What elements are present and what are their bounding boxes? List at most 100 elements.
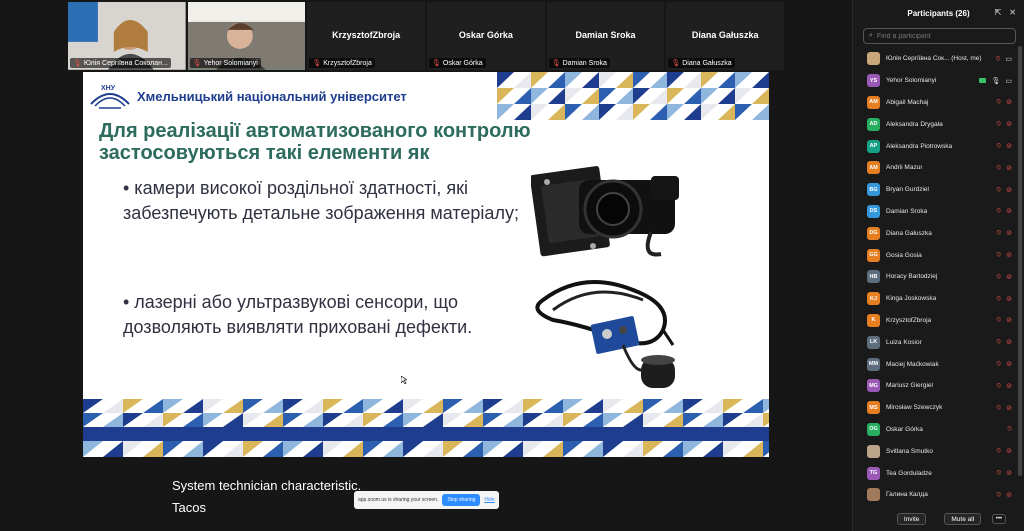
more-options-button[interactable]: •••	[992, 514, 1006, 524]
tile-name-label: Юлія Сергіївна Соколан...	[83, 59, 168, 67]
camera-off-icon[interactable]: ⊘	[1006, 382, 1012, 390]
stop-sharing-button[interactable]: Stop sharing	[442, 494, 481, 506]
participant-row[interactable]: TG Tea Gorduladze ⦸ ⊘	[853, 462, 1018, 484]
camera-off-icon[interactable]: ⊘	[1006, 338, 1012, 346]
participant-row[interactable]: K KrzysztofZbroja ⦸ ⊘	[853, 310, 1018, 332]
camera-off-icon[interactable]: ⊘	[1006, 98, 1012, 106]
mic-muted-icon[interactable]: ⦸	[997, 469, 1002, 477]
participant-row[interactable]: HB Horacy Bartodziej ⦸ ⊘	[853, 266, 1018, 288]
mic-muted-icon[interactable]: ⦸	[997, 142, 1002, 150]
participant-name: Diana Gałuszka	[886, 229, 932, 237]
participant-status-icons: 🎙 ▭	[979, 77, 1012, 85]
mic-muted-icon[interactable]: ⦸	[997, 251, 1002, 259]
participant-row[interactable]: BG Bryan Gurdziel ⦸ ⊘	[853, 179, 1018, 201]
mic-on-icon[interactable]: 🎙	[991, 77, 1000, 85]
camera-off-icon[interactable]: ⊘	[1006, 469, 1012, 477]
pop-out-icon[interactable]: ⇱	[995, 8, 1002, 17]
tile-name-tag: 🎙 Юлія Сергіївна Соколан...	[70, 58, 171, 68]
video-tile[interactable]: 🎙 Юлія Сергіївна Соколан...	[68, 2, 186, 70]
participant-avatar	[867, 52, 880, 66]
mic-muted-icon[interactable]: ⦸	[997, 273, 1002, 281]
invite-button[interactable]: Invite	[896, 513, 927, 525]
camera-off-icon[interactable]: ⊘	[1006, 186, 1012, 194]
participant-row[interactable]: Юлія Сергіївна Сок... (Host, me) ⦸ ▭	[853, 48, 1018, 70]
camera-off-icon[interactable]: ⊘	[1006, 120, 1012, 128]
camera-on-icon[interactable]: ▭	[1005, 77, 1012, 85]
video-tile[interactable]: Diana Gałuszka 🎙 Diana Gałuszka	[666, 2, 785, 70]
video-tile[interactable]: KrzysztofZbroja 🎙 KrzysztofZbroja	[307, 2, 426, 70]
participant-row[interactable]: GG Gosia Gosia ⦸ ⊘	[853, 244, 1018, 266]
tile-name-tag: 🎙 KrzysztofZbroja	[309, 58, 375, 68]
video-tile[interactable]: 🎙 Yehor Solomianyi	[187, 2, 306, 70]
camera-off-icon[interactable]: ⊘	[1006, 447, 1012, 455]
mic-muted-icon[interactable]: ⦸	[997, 229, 1002, 237]
participant-row[interactable]: AP Aleksandra Piotrowska ⦸ ⊘	[853, 135, 1018, 157]
participant-row[interactable]: LK Luiza Kosior ⦸ ⊘	[853, 331, 1018, 353]
participant-avatar: KJ	[867, 292, 880, 306]
mic-muted-icon[interactable]: ⦸	[1007, 425, 1012, 433]
participant-name: Юлія Сергіївна Сок... (Host, me)	[886, 55, 982, 63]
camera-on-icon[interactable]: ▭	[1005, 55, 1012, 63]
mic-muted-icon[interactable]: ⦸	[997, 120, 1002, 128]
mic-muted-icon[interactable]: ⦸	[997, 447, 1002, 455]
participant-row[interactable]: MM Maciej Maćkowiak ⦸ ⊘	[853, 353, 1018, 375]
participant-list-scrollbar[interactable]	[1018, 46, 1022, 476]
hide-share-bar-link[interactable]: Hide	[484, 497, 494, 503]
close-panel-icon[interactable]: ✕	[1009, 8, 1016, 17]
camera-off-icon[interactable]: ⊘	[1006, 273, 1012, 281]
participant-search[interactable]: ⌕	[863, 28, 1016, 44]
mouse-cursor-icon	[401, 376, 407, 384]
participant-row[interactable]: Svitlana Smutko ⦸ ⊘	[853, 440, 1018, 462]
participant-row[interactable]: KJ Kinga Joskowska ⦸ ⊘	[853, 288, 1018, 310]
mic-muted-icon[interactable]: ⦸	[997, 207, 1002, 215]
mic-muted-icon[interactable]: ⦸	[997, 98, 1002, 106]
mic-muted-icon[interactable]: ⦸	[997, 186, 1002, 194]
camera-off-icon[interactable]: ⊘	[1006, 142, 1012, 150]
screen-share-bar: app.zoom.us is sharing your screen. Stop…	[354, 491, 499, 509]
mic-muted-icon[interactable]: ⦸	[997, 338, 1002, 346]
participants-panel: Participants (26) ⇱ ✕ ⌕ Юлія Сергіївна С…	[852, 0, 1024, 531]
mute-all-button[interactable]: Mute all	[944, 513, 982, 525]
camera-off-icon[interactable]: ⊘	[1006, 295, 1012, 303]
participant-status-icons: ⦸ ⊘	[997, 229, 1012, 237]
ultrasonic-sensor-image	[535, 280, 675, 388]
camera-off-icon[interactable]: ⊘	[1006, 491, 1012, 499]
participant-row[interactable]: DG Diana Gałuszka ⦸ ⊘	[853, 222, 1018, 244]
mic-muted-icon[interactable]: ⦸	[997, 164, 1002, 172]
participant-name: Aleksandra Drygała	[886, 120, 943, 128]
mic-muted-icon[interactable]: ⦸	[997, 491, 1002, 499]
participant-row[interactable]: DS Damian Sroka ⦸ ⊘	[853, 201, 1018, 223]
search-input[interactable]	[876, 32, 997, 40]
mic-muted-icon[interactable]: ⦸	[997, 382, 1002, 390]
participant-status-icons: ⦸ ⊘	[997, 491, 1012, 499]
camera-off-icon[interactable]: ⊘	[1006, 207, 1012, 215]
mic-muted-icon[interactable]: ⦸	[996, 55, 1001, 63]
video-tile[interactable]: Oskar Górka 🎙 Oskar Górka	[427, 2, 545, 70]
mic-muted-icon[interactable]: ⦸	[997, 316, 1002, 324]
participant-row[interactable]: MG Mariusz Giergiel ⦸ ⊘	[853, 375, 1018, 397]
participant-row[interactable]: MS Mirosław Szewczyk ⦸ ⊘	[853, 397, 1018, 419]
camera-off-icon[interactable]: ⊘	[1006, 316, 1012, 324]
video-tile[interactable]: Damian Sroka 🎙 Damian Sroka	[546, 2, 665, 70]
participant-status-icons: ⦸ ⊘	[997, 469, 1012, 477]
camera-off-icon[interactable]: ⊘	[1006, 164, 1012, 172]
participant-status-icons: ⦸ ⊘	[997, 251, 1012, 259]
participant-row[interactable]: YS Yehor Solomianyi 🎙 ▭	[853, 70, 1018, 92]
bullet-sensors: • лазерні або ультразвукові сенсори, що …	[123, 292, 473, 337]
participant-row[interactable]: AM Abigail Machaj ⦸ ⊘	[853, 92, 1018, 114]
camera-off-icon[interactable]: ⊘	[1006, 404, 1012, 412]
participant-row[interactable]: OG Oskar Górka ⦸	[853, 419, 1018, 441]
camera-off-icon[interactable]: ⊘	[1006, 360, 1012, 368]
participant-row[interactable]: Галина Калда ⦸ ⊘	[853, 484, 1018, 506]
search-icon: ⌕	[869, 32, 873, 39]
mic-muted-icon[interactable]: ⦸	[997, 295, 1002, 303]
camera-off-icon[interactable]: ⊘	[1006, 229, 1012, 237]
participant-name: KrzysztofZbroja	[886, 316, 932, 324]
participants-title: Participants (26)	[907, 8, 970, 18]
mic-muted-icon[interactable]: ⦸	[997, 360, 1002, 368]
participant-row[interactable]: AM Andrii Mazur ⦸ ⊘	[853, 157, 1018, 179]
camera-off-icon[interactable]: ⊘	[1006, 251, 1012, 259]
mic-muted-icon[interactable]: ⦸	[997, 404, 1002, 412]
participant-row[interactable]: AD Aleksandra Drygała ⦸ ⊘	[853, 113, 1018, 135]
participant-status-icons: ⦸ ⊘	[997, 120, 1012, 128]
